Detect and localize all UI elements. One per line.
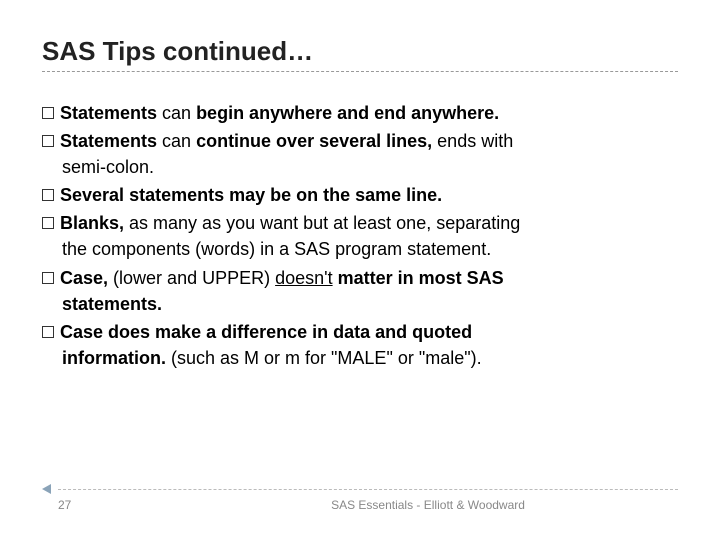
checkbox-icon (42, 272, 54, 284)
checkbox-icon (42, 326, 54, 338)
bullet-tail: ends with (432, 131, 513, 151)
title-divider (42, 71, 678, 72)
bullet-lead: Several (60, 185, 124, 205)
bullet-item: Statements can begin anywhere and end an… (42, 100, 678, 126)
checkbox-icon (42, 189, 54, 201)
bullet-bold: continue over several lines, (196, 131, 432, 151)
slide: SAS Tips continued… Statements can begin… (0, 0, 720, 540)
checkbox-icon (42, 135, 54, 147)
bullet-text: (lower and UPPER) (108, 268, 275, 288)
arrow-left-icon (42, 484, 51, 494)
bullet-text: can (157, 103, 196, 123)
bullet-item: Case, (lower and UPPER) doesn't matter i… (42, 265, 678, 317)
bullet-item: Statements can continue over several lin… (42, 128, 678, 180)
checkbox-icon (42, 107, 54, 119)
footer-source: SAS Essentials - Elliott & Woodward (178, 498, 678, 512)
bullet-bold: matter in most SAS (333, 268, 504, 288)
footer-divider (58, 489, 678, 490)
bullet-continuation: the components (words) in a SAS program … (42, 236, 678, 262)
slide-title: SAS Tips continued… (42, 36, 678, 67)
bullet-item: Case does make a difference in data and … (42, 319, 678, 371)
bullet-continuation: information. (62, 348, 166, 368)
bullet-bold: does make a difference in data and quote… (103, 322, 472, 342)
footer: 27 SAS Essentials - Elliott & Woodward (0, 489, 720, 512)
body-content: Statements can begin anywhere and end an… (42, 100, 678, 371)
bullet-text: can (157, 131, 196, 151)
bullet-tail: (such as M or m for "MALE" or "male"). (166, 348, 482, 368)
bullet-text: as many as you want but at least one, se… (124, 213, 520, 233)
bullet-lead: Blanks, (60, 213, 124, 233)
bullet-bold: statements may be on the same line. (124, 185, 442, 205)
bullet-lead: Case (60, 322, 103, 342)
bullet-underline: doesn't (275, 268, 332, 288)
bullet-lead: Statements (60, 131, 157, 151)
bullet-item: Several statements may be on the same li… (42, 182, 678, 208)
page-number: 27 (58, 498, 178, 512)
checkbox-icon (42, 217, 54, 229)
bullet-bold: begin anywhere and end anywhere. (196, 103, 499, 123)
bullet-item: Blanks, as many as you want but at least… (42, 210, 678, 262)
bullet-lead: Statements (60, 103, 157, 123)
bullet-lead: Case, (60, 268, 108, 288)
bullet-continuation: statements. (62, 294, 162, 314)
bullet-continuation: semi‑colon. (42, 154, 678, 180)
